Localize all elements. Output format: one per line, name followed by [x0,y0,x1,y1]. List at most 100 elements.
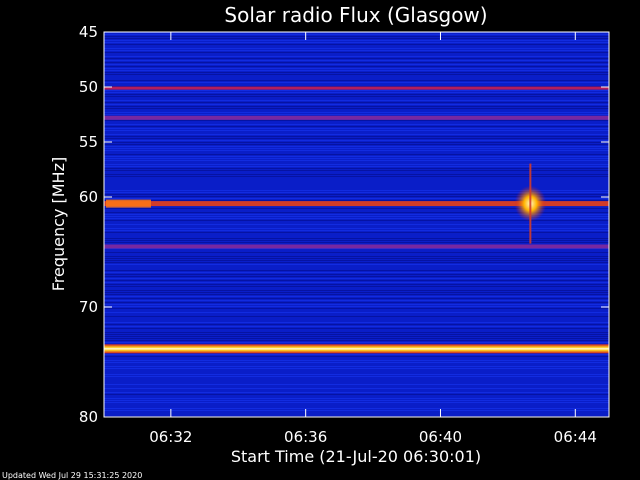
noise-line [104,150,609,151]
noise-line [104,286,609,287]
noise-line [104,390,609,391]
noise-line [104,278,609,279]
noise-line [104,144,609,145]
noise-line [104,226,609,227]
noise-line [104,256,609,257]
noise-line [104,230,609,231]
noise-line [104,70,609,71]
noise-line [104,288,609,289]
noise-line [104,296,609,297]
noise-line [104,228,609,229]
noise-line [104,162,609,163]
noise-line [104,170,609,171]
noise-line [104,124,609,125]
noise-line [104,280,609,281]
noise-line [104,312,609,313]
noise-line [104,378,609,379]
frequency-band [104,344,609,354]
noise-line [104,154,609,155]
noise-line [104,180,609,181]
noise-line [104,160,609,161]
noise-line [104,184,609,185]
noise-line [104,78,609,79]
noise-line [104,132,609,133]
noise-line [104,168,609,169]
frequency-band [104,244,609,249]
noise-line [104,360,609,361]
noise-line [104,92,609,93]
noise-line [104,264,609,265]
noise-line [104,50,609,51]
noise-line [104,408,609,409]
noise-line [104,138,609,139]
noise-line [104,324,609,325]
noise-line [104,146,609,147]
noise-line [104,328,609,329]
noise-line [104,338,609,339]
noise-line [104,322,609,323]
noise-line [104,36,609,37]
noise-line [104,152,609,153]
noise-line [104,172,609,173]
noise-line [104,156,609,157]
noise-line [104,94,609,95]
noise-line [104,130,609,131]
noise-line [104,290,609,291]
frequency-band [104,115,609,120]
noise-line [104,134,609,135]
noise-line [104,136,609,137]
noise-line [104,64,609,65]
noise-line [104,158,609,159]
noise-line [104,306,609,307]
noise-line [104,274,609,275]
noise-line [104,308,609,309]
noise-line [104,404,609,405]
noise-line [104,250,609,251]
noise-line [104,98,609,99]
noise-line [104,224,609,225]
noise-line [104,252,609,253]
noise-line [104,372,609,373]
noise-line [104,414,609,415]
x-axis-label: Start Time (21-Jul-20 06:30:01) [231,447,481,466]
noise-line [104,292,609,293]
noise-line [104,178,609,179]
noise-line [104,320,609,321]
noise-line [104,148,609,149]
noise-line [104,300,609,301]
noise-line [104,222,609,223]
noise-line [104,46,609,47]
noise-line [104,318,609,319]
noise-line [104,294,609,295]
noise-line [104,140,609,141]
x-tick-label: 06:32 [149,428,192,446]
noise-line [104,254,609,255]
noise-line [104,374,609,375]
noise-line [104,394,609,395]
noise-line [104,334,609,335]
noise-line [104,236,609,237]
noise-line [104,174,609,175]
noise-line [104,166,609,167]
noise-line [104,102,609,103]
noise-line [104,128,609,129]
noise-line [104,142,609,143]
noise-line [104,76,609,77]
noise-line [104,114,609,115]
noise-line [104,364,609,365]
noise-line [104,298,609,299]
y-tick-label: 55 [79,133,98,151]
y-tick-label: 70 [79,298,98,316]
noise-line [104,238,609,239]
y-axis-label: Frequency [MHz] [49,157,68,291]
noise-line [104,44,609,45]
noise-line [104,56,609,57]
y-tick-label: 60 [79,188,98,206]
noise-line [104,80,609,81]
noise-line [104,398,609,399]
noise-line [104,112,609,113]
noise-line [104,84,609,85]
noise-line [104,96,609,97]
noise-line [104,176,609,177]
noise-line [104,82,609,83]
